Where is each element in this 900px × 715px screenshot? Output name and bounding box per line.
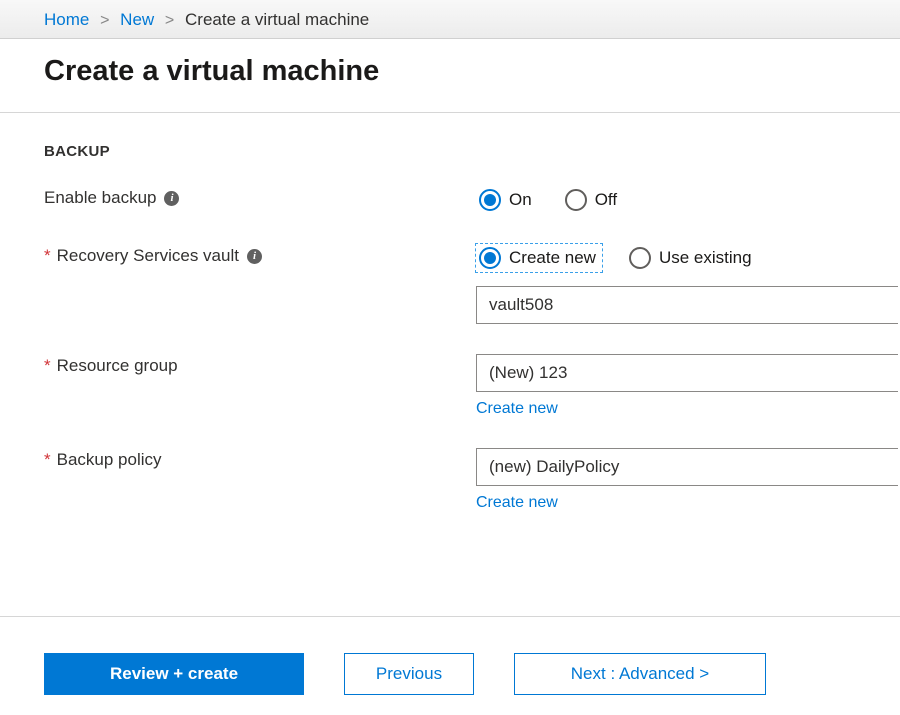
radio-label: On — [509, 190, 532, 210]
radio-vault-use-existing[interactable]: Use existing — [626, 244, 758, 272]
previous-button[interactable]: Previous — [344, 653, 474, 695]
resource-group-create-new-link[interactable]: Create new — [476, 400, 558, 418]
radio-group-vault: Create new Use existing — [476, 244, 898, 272]
breadcrumb-current: Create a virtual machine — [185, 10, 369, 29]
breadcrumb-separator: > — [165, 12, 174, 29]
top-bar: Home > New > Create a virtual machine — [0, 0, 900, 39]
row-enable-backup: Enable backup i On Off — [44, 186, 900, 214]
label-text: Backup policy — [57, 450, 162, 470]
page-title-section: Create a virtual machine — [0, 39, 900, 112]
label-spacer — [44, 286, 476, 288]
label-text: Enable backup — [44, 188, 156, 208]
radio-enable-backup-on[interactable]: On — [476, 186, 538, 214]
backup-policy-input[interactable] — [476, 448, 898, 486]
row-backup-policy: * Backup policy Create new — [44, 448, 900, 512]
info-icon[interactable]: i — [247, 249, 262, 264]
label-resource-group: * Resource group — [44, 354, 476, 376]
backup-policy-create-new-link[interactable]: Create new — [476, 494, 558, 512]
label-text: Recovery Services vault — [57, 246, 239, 266]
label-text: Resource group — [57, 356, 178, 376]
page-title: Create a virtual machine — [44, 55, 856, 88]
section-header-backup: BACKUP — [44, 143, 900, 160]
breadcrumb-new[interactable]: New — [120, 10, 154, 29]
breadcrumb-separator: > — [100, 12, 109, 29]
radio-label: Create new — [509, 248, 596, 268]
review-create-button[interactable]: Review + create — [44, 653, 304, 695]
resource-group-input[interactable] — [476, 354, 898, 392]
radio-vault-create-new[interactable]: Create new — [476, 244, 602, 272]
label-enable-backup: Enable backup i — [44, 186, 476, 208]
row-vault-input — [44, 286, 900, 324]
radio-icon — [479, 189, 501, 211]
required-indicator: * — [44, 450, 51, 470]
label-backup-policy: * Backup policy — [44, 448, 476, 470]
required-indicator: * — [44, 356, 51, 376]
breadcrumb-home[interactable]: Home — [44, 10, 89, 29]
vault-name-input[interactable] — [476, 286, 898, 324]
info-icon[interactable]: i — [164, 191, 179, 206]
radio-group-enable-backup: On Off — [476, 186, 898, 214]
required-indicator: * — [44, 246, 51, 266]
radio-icon — [565, 189, 587, 211]
row-resource-group: * Resource group Create new — [44, 354, 900, 418]
row-vault: * Recovery Services vault i Create new U… — [44, 244, 900, 272]
footer-divider — [0, 616, 900, 617]
radio-icon — [479, 247, 501, 269]
breadcrumb: Home > New > Create a virtual machine — [44, 10, 876, 30]
radio-label: Off — [595, 190, 617, 210]
radio-label: Use existing — [659, 248, 752, 268]
next-advanced-button[interactable]: Next : Advanced > — [514, 653, 766, 695]
footer-actions: Review + create Previous Next : Advanced… — [44, 653, 856, 695]
radio-enable-backup-off[interactable]: Off — [562, 186, 623, 214]
label-vault: * Recovery Services vault i — [44, 244, 476, 266]
form-content: BACKUP Enable backup i On Off * Recovery… — [0, 113, 900, 512]
radio-icon — [629, 247, 651, 269]
